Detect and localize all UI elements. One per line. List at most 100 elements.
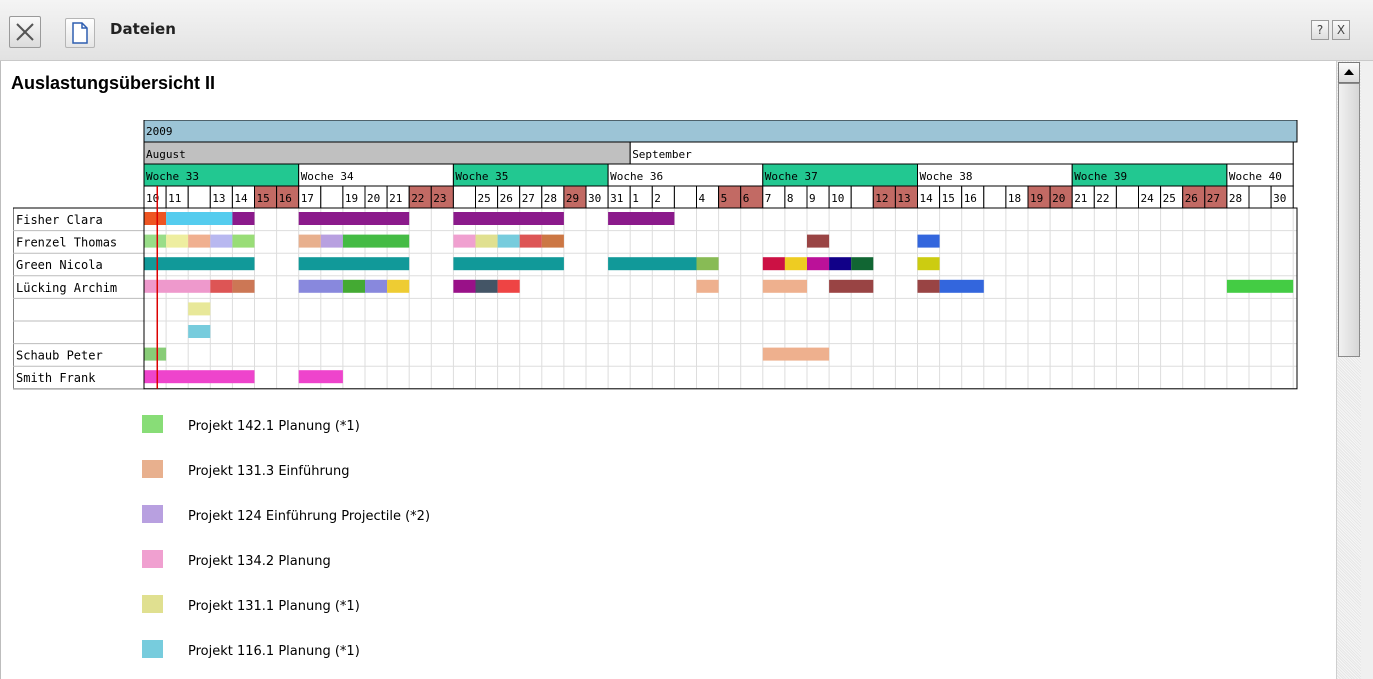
gantt-chart: 2009 August September Woche 33 Woche 34 Woche… [12, 119, 1298, 390]
booking-bar [917, 234, 940, 248]
booking-bar [166, 234, 189, 248]
day-label: 13 [897, 192, 910, 205]
day-label: 27 [522, 192, 535, 205]
scroll-up-button[interactable] [1338, 62, 1360, 83]
close-panel-button[interactable] [9, 16, 41, 48]
day-label: 24 [1141, 192, 1155, 205]
month-label: September [632, 148, 692, 161]
day-cell [452, 185, 476, 209]
day-label: 26 [500, 192, 513, 205]
day-label: 5 [721, 192, 728, 205]
booking-bar [210, 279, 233, 293]
booking-bar [298, 370, 343, 384]
booking-bar [144, 370, 255, 384]
booking-bar [144, 212, 167, 225]
booking-bar [608, 212, 675, 225]
day-label: 31 [610, 192, 623, 205]
booking-bar [365, 279, 388, 293]
arrow-up-icon [1344, 69, 1354, 75]
day-label: 10 [831, 192, 844, 205]
resource-name: Schaub Peter [16, 349, 103, 363]
booking-bar [210, 234, 233, 248]
day-label: 19 [1030, 192, 1043, 205]
month-label: August [146, 148, 186, 161]
week-label: Woche 35 [455, 170, 508, 183]
booking-bar [762, 279, 807, 293]
year-label: 2009 [146, 125, 173, 138]
scroll-thumb[interactable] [1338, 83, 1360, 357]
booking-bar [608, 257, 697, 271]
day-cell [850, 185, 874, 209]
booking-bar [144, 279, 211, 293]
legend-label: Projekt 142.1 Planung (*1) [188, 419, 360, 434]
booking-bar [917, 257, 940, 271]
day-label: 15 [942, 192, 955, 205]
booking-bar [342, 279, 365, 293]
day-label: 7 [765, 192, 772, 205]
vertical-scrollbar[interactable] [1336, 61, 1361, 679]
day-cell [1115, 185, 1140, 209]
legend-swatch [142, 550, 163, 568]
day-label: 26 [1185, 192, 1198, 205]
day-label: 30 [1273, 192, 1286, 205]
booking-bar [784, 257, 807, 271]
document-button[interactable] [65, 18, 95, 48]
day-label: 21 [1074, 192, 1087, 205]
day-label: 19 [345, 192, 358, 205]
booking-bar [166, 212, 233, 225]
year-band [143, 119, 1298, 143]
day-label: 17 [301, 192, 314, 205]
booking-bar [298, 234, 321, 248]
report-title: Auslastungsübersicht II [11, 73, 216, 93]
day-label: 20 [1052, 192, 1065, 205]
booking-bar [298, 212, 410, 225]
day-label: 27 [1207, 192, 1220, 205]
help-button[interactable]: ? [1311, 20, 1329, 40]
week-label: Woche 38 [920, 170, 973, 183]
legend-swatch [142, 640, 163, 658]
legend-swatch [142, 505, 163, 523]
day-label: 9 [809, 192, 816, 205]
booking-bar [144, 257, 255, 271]
close-window-button[interactable]: X [1332, 20, 1350, 40]
day-label: 15 [257, 192, 270, 205]
legend-swatch [142, 595, 163, 613]
day-label: 18 [1008, 192, 1021, 205]
day-label: 28 [1229, 192, 1242, 205]
booking-bar [387, 279, 410, 293]
day-label: 22 [411, 192, 424, 205]
day-label: 22 [1096, 192, 1109, 205]
booking-bar [696, 257, 719, 271]
booking-bar [829, 257, 852, 271]
day-label: 16 [279, 192, 292, 205]
day-label: 16 [964, 192, 977, 205]
week-label: Woche 37 [765, 170, 818, 183]
window-title: Dateien [110, 20, 176, 38]
booking-bar [453, 257, 564, 271]
booking-bar [475, 279, 498, 293]
booking-bar [497, 234, 520, 248]
month-band [629, 141, 1294, 165]
booking-bar [232, 279, 255, 293]
day-label: 21 [389, 192, 402, 205]
day-label: 30 [588, 192, 601, 205]
booking-bar [320, 234, 343, 248]
booking-bar [188, 234, 211, 248]
booking-bar [829, 279, 874, 293]
legend-label: Projekt 134.2 Planung [188, 554, 331, 569]
day-label: 29 [566, 192, 579, 205]
booking-bar [851, 257, 874, 271]
booking-bar [298, 257, 410, 271]
day-cell [983, 185, 1007, 209]
title-bar: Dateien ? X [0, 0, 1373, 61]
day-label: 1 [632, 192, 639, 205]
day-cell [673, 185, 698, 209]
week-label: Woche 34 [301, 170, 354, 183]
legend-swatch [142, 415, 163, 433]
resource-name: Lücking Archim [16, 281, 117, 295]
legend-label: Projekt 116.1 Planung (*1) [188, 644, 360, 659]
booking-bar [541, 234, 564, 248]
day-label: 23 [433, 192, 446, 205]
resource-name: Smith Frank [16, 371, 96, 385]
booking-bar [1226, 279, 1294, 293]
